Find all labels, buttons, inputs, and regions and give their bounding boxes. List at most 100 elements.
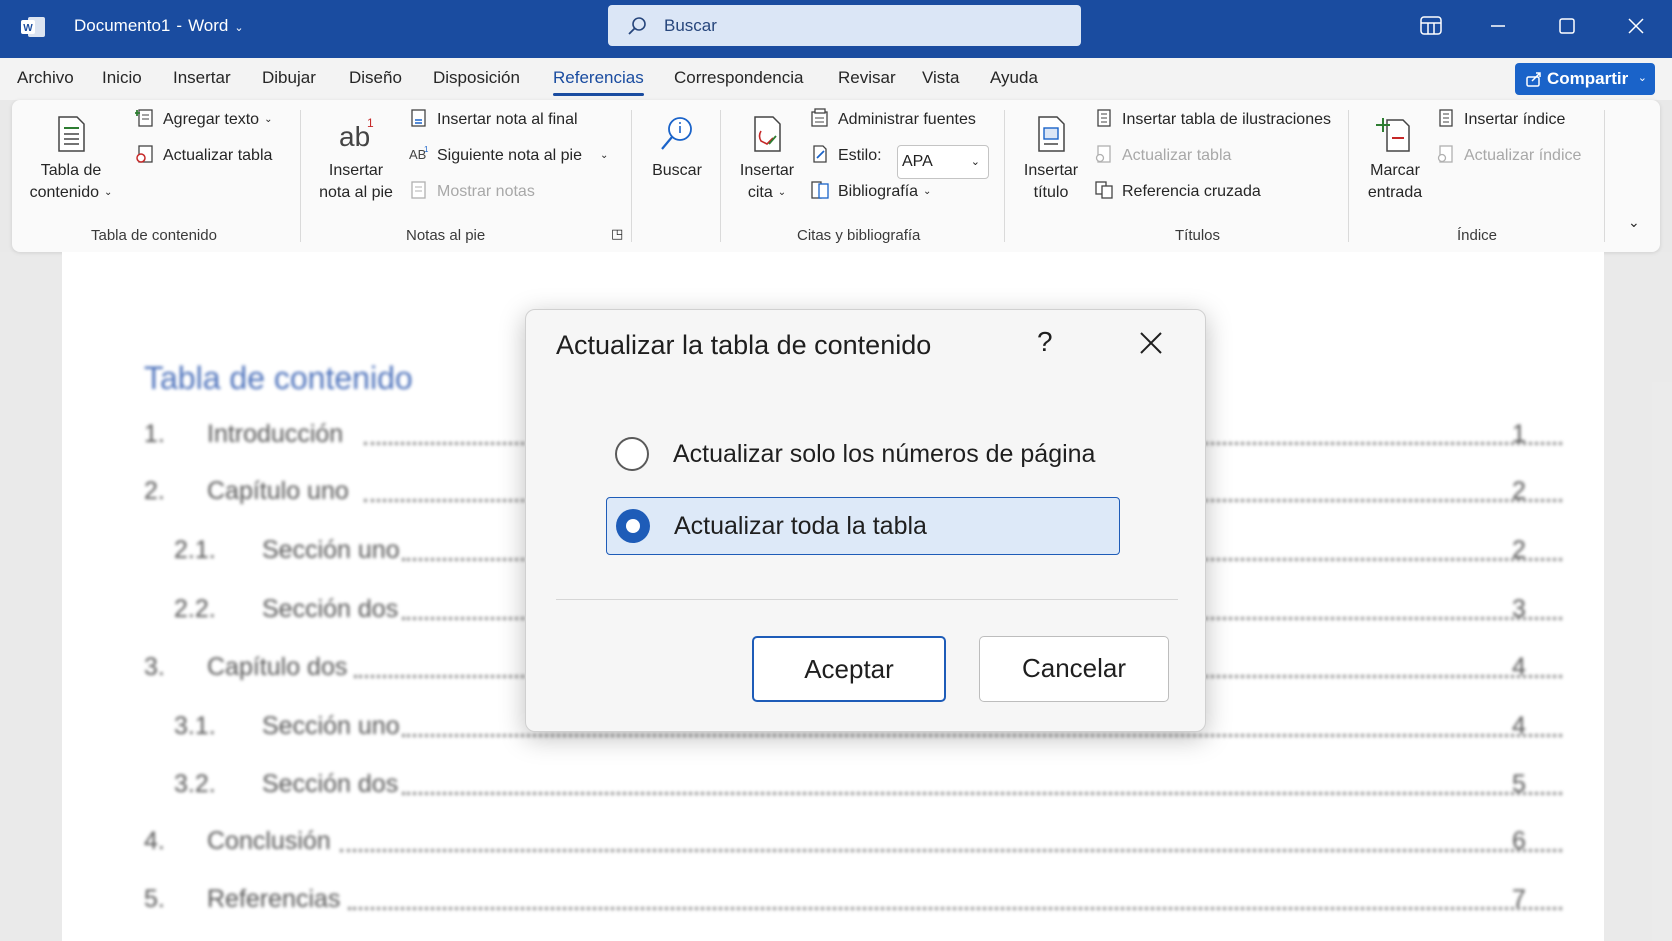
group-separator — [720, 110, 721, 242]
group-label-captions: Títulos — [1175, 227, 1221, 244]
add-text-button[interactable]: Agregar texto ⌄ — [135, 108, 272, 129]
update-toc-label: Actualizar tabla — [163, 147, 273, 164]
tab-inicio[interactable]: Inicio — [102, 68, 142, 88]
ok-button[interactable]: Aceptar — [752, 636, 946, 702]
chevron-down-icon: ⌄ — [104, 187, 113, 198]
close-icon[interactable] — [1621, 12, 1651, 40]
share-icon — [1526, 72, 1541, 87]
insert-citation-button[interactable]: Insertar cita ⌄ — [732, 114, 802, 204]
tab-insertar[interactable]: Insertar — [173, 68, 231, 88]
radio-button-selected[interactable] — [616, 509, 650, 543]
group-separator — [300, 110, 301, 242]
app-name: Word — [188, 16, 229, 35]
update-index-icon — [1437, 145, 1453, 163]
tab-dibujar[interactable]: Dibujar — [262, 68, 316, 88]
radio-label: Actualizar toda la tabla — [674, 512, 927, 540]
menu-bar: Archivo Inicio Insertar Dibujar Diseño D… — [0, 58, 1672, 100]
document-title[interactable]: Documento1- Word ⌄ — [74, 16, 244, 36]
style-value: APA — [902, 153, 933, 170]
radio-button[interactable] — [615, 437, 649, 471]
group-label-index: Índice — [1457, 227, 1498, 244]
show-notes-icon — [411, 181, 426, 199]
citation-style-label: Estilo: — [810, 144, 882, 165]
tab-correspondencia[interactable]: Correspondencia — [674, 68, 803, 88]
ribbon-display-icon[interactable] — [1416, 12, 1446, 40]
group-label-footnotes: Notas al pie — [406, 227, 486, 244]
next-footnote-icon: AB1 — [409, 145, 429, 162]
update-index-button[interactable]: Actualizar índice — [1436, 144, 1581, 165]
add-text-icon — [135, 109, 153, 127]
footnote-label-1: Insertar — [328, 162, 384, 179]
search-input[interactable]: Buscar — [608, 5, 1081, 46]
share-button[interactable]: Compartir ⌄ — [1515, 63, 1655, 95]
bibliography-button[interactable]: Bibliografía ⌄ — [810, 180, 931, 201]
update-figures-table-label: Actualizar tabla — [1122, 147, 1232, 164]
tab-disposicion[interactable]: Disposición — [433, 68, 520, 88]
minimize-icon[interactable] — [1483, 12, 1513, 40]
tab-ayuda[interactable]: Ayuda — [990, 68, 1038, 88]
update-toc-button[interactable]: Actualizar tabla — [135, 144, 272, 165]
divider — [556, 599, 1178, 600]
group-label-citations: Citas y bibliografía — [797, 227, 921, 244]
radio-label: Actualizar solo los números de página — [673, 440, 1096, 468]
tab-vista[interactable]: Vista — [922, 68, 960, 88]
citation-style-select[interactable]: APA ⌄ — [897, 145, 989, 179]
group-separator — [631, 110, 632, 242]
chevron-down-icon: ⌄ — [1637, 72, 1647, 84]
cross-reference-icon — [1095, 181, 1113, 199]
citation-label-2: cita — [747, 184, 773, 201]
update-index-label: Actualizar índice — [1464, 147, 1582, 164]
insert-table-figures-label: Insertar tabla de ilustraciones — [1122, 111, 1331, 128]
insert-footnote-button[interactable]: ab 1 Insertar nota al pie — [314, 114, 398, 204]
search-icon — [661, 117, 692, 150]
maximize-icon[interactable] — [1552, 12, 1582, 40]
next-footnote-label: Siguiente nota al pie — [437, 147, 582, 164]
show-notes-button[interactable]: Mostrar notas — [409, 180, 535, 201]
insert-table-figures-button[interactable]: Insertar tabla de ilustraciones — [1094, 108, 1331, 129]
add-text-label: Agregar texto — [163, 111, 260, 128]
ribbon-expand-icon[interactable]: ⌄ — [1628, 214, 1640, 231]
mark-entry-label-2: entrada — [1367, 184, 1423, 201]
mark-entry-button[interactable]: Marcar entrada — [1358, 114, 1432, 204]
svg-text:1: 1 — [424, 145, 429, 154]
dialog-launcher-icon[interactable]: ◳ — [611, 226, 623, 242]
insert-index-button[interactable]: Insertar índice — [1436, 108, 1565, 129]
ribbon: Tabla de contenido ⌄ Agregar texto ⌄ Actua… — [12, 100, 1660, 252]
chevron-down-icon: ⌄ — [600, 150, 609, 161]
help-button[interactable]: ? — [1037, 326, 1053, 358]
index-icon — [1439, 109, 1453, 127]
insert-endnote-button[interactable]: Insertar nota al final — [409, 108, 578, 129]
tab-referencias[interactable]: Referencias — [553, 68, 644, 96]
manage-sources-button[interactable]: Administrar fuentes — [810, 108, 976, 129]
chevron-down-icon: ⌄ — [777, 187, 787, 198]
chevron-down-icon: ⌄ — [923, 186, 932, 197]
cross-reference-button[interactable]: Referencia cruzada — [1094, 180, 1261, 201]
mark-entry-label-1: Marcar — [1370, 162, 1420, 179]
title-separator: - — [176, 16, 183, 35]
style-icon — [813, 145, 827, 163]
dialog-close-icon[interactable] — [1134, 326, 1168, 360]
radio-update-page-numbers[interactable]: Actualizar solo los números de página — [606, 426, 1120, 484]
tab-diseno[interactable]: Diseño — [349, 68, 402, 88]
insert-caption-button[interactable]: Insertar título — [1016, 114, 1086, 204]
cancel-button[interactable]: Cancelar — [979, 636, 1169, 702]
tab-revisar[interactable]: Revisar — [838, 68, 896, 88]
show-notes-label: Mostrar notas — [437, 183, 535, 200]
caption-label-2: título — [1033, 184, 1069, 201]
bibliography-icon — [811, 181, 829, 199]
citation-label-1: Insertar — [739, 162, 795, 179]
chevron-down-icon: ⌄ — [264, 114, 273, 125]
update-figures-table-button[interactable]: Actualizar tabla — [1094, 144, 1231, 165]
next-footnote-button[interactable]: AB 1 Siguiente nota al pie ⌄ — [409, 144, 608, 165]
chevron-down-icon: ⌄ — [970, 156, 980, 168]
group-separator — [1348, 110, 1349, 242]
researcher-search-button[interactable]: Buscar — [642, 114, 712, 182]
citation-icon — [754, 116, 781, 152]
toc-button[interactable]: Tabla de contenido ⌄ — [26, 114, 116, 204]
tab-archivo[interactable]: Archivo — [17, 68, 74, 88]
group-separator — [1004, 110, 1005, 242]
cross-reference-label: Referencia cruzada — [1122, 183, 1261, 200]
radio-update-entire-table[interactable]: Actualizar toda la tabla — [606, 497, 1120, 555]
word-logo-icon[interactable]: W — [20, 14, 46, 40]
manage-sources-icon — [811, 108, 828, 127]
